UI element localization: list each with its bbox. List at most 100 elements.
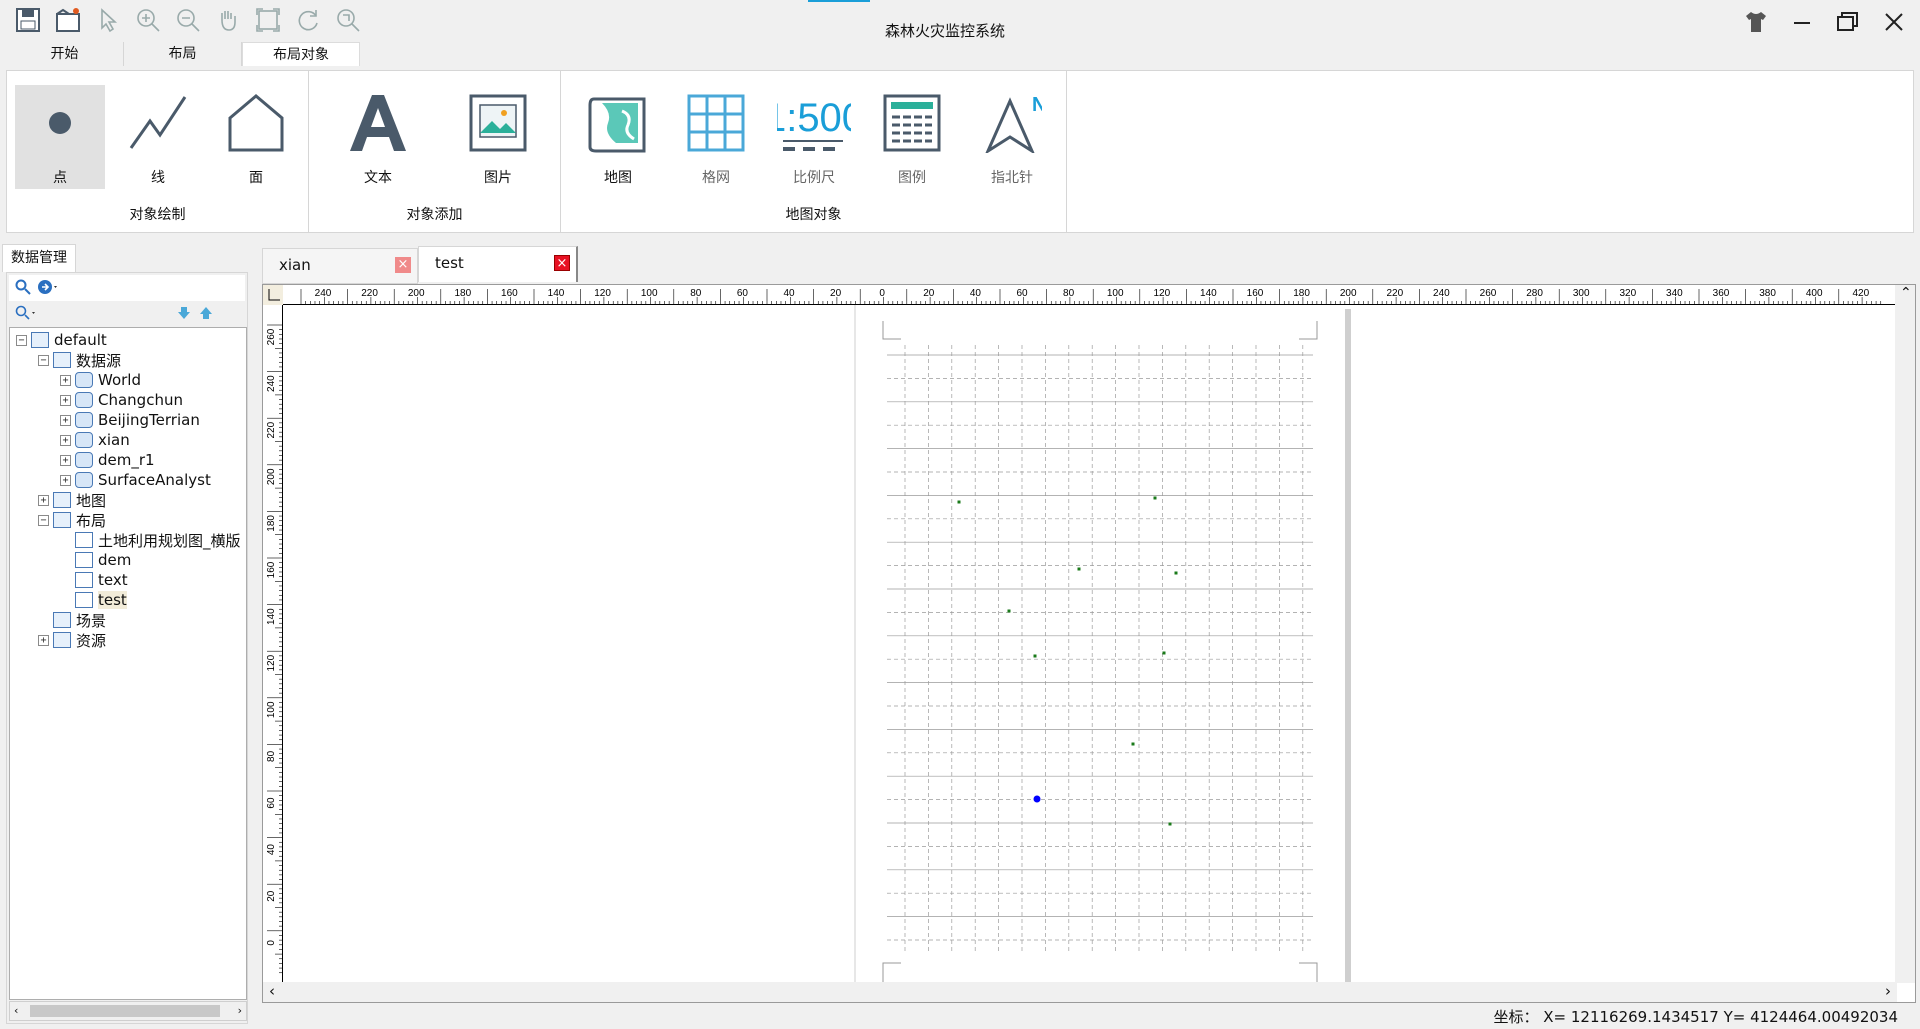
expand-toggle-icon[interactable]: + xyxy=(38,634,49,646)
datasources-icon xyxy=(53,352,71,368)
ruler-label: 100 xyxy=(266,701,277,718)
tree-item-label: dem xyxy=(98,551,132,569)
map-button[interactable]: 地图 xyxy=(573,85,663,189)
ruler-label: 20 xyxy=(830,288,842,299)
tab-layout-objects[interactable]: 布局对象 xyxy=(242,42,360,66)
expand-toggle-icon[interactable]: + xyxy=(38,494,49,506)
find-dropdown-icon[interactable] xyxy=(15,305,39,325)
ruler-label: 260 xyxy=(266,328,277,345)
expand-toggle-icon[interactable]: + xyxy=(60,454,71,466)
expand-toggle-icon[interactable]: + xyxy=(60,374,71,386)
tree-item[interactable]: + dem_r1 xyxy=(60,450,155,470)
map-point xyxy=(1033,654,1037,658)
scale-bar-glyph: 1:500 xyxy=(777,96,851,140)
tree-item[interactable]: − 布局 xyxy=(38,510,106,530)
doc-tab-test[interactable]: test × xyxy=(418,246,578,282)
tree-item-label: SurfaceAnalyst xyxy=(98,471,211,489)
tree-item-label: text xyxy=(98,571,128,589)
point-button[interactable]: 点 xyxy=(15,85,105,189)
picture-button[interactable]: 图片 xyxy=(453,85,543,189)
tree-item[interactable]: 土地利用规划图_横版 xyxy=(60,530,241,550)
expand-toggle-icon[interactable]: + xyxy=(60,414,71,426)
layout-page-area[interactable] xyxy=(283,305,1895,983)
tree-item[interactable]: + 地图 xyxy=(38,490,106,510)
tree-item-label: World xyxy=(98,371,141,389)
tab-layout[interactable]: 布局 xyxy=(124,42,242,66)
group-object-add: 文本 图片 对象添加 xyxy=(309,71,561,232)
ruler-label: 220 xyxy=(1386,288,1403,299)
layout-icon xyxy=(75,532,93,548)
resources-icon xyxy=(53,632,71,648)
layout-canvas[interactable]: 240 220 200 180 160 140 120 100 80 60 40 20 0 20 40 60 8… xyxy=(262,284,1916,1003)
workspace-icon xyxy=(31,332,49,348)
north-arrow-button[interactable]: N 指北针 xyxy=(967,85,1057,189)
scrollbar-thumb[interactable] xyxy=(30,1005,220,1017)
expand-toggle-icon[interactable]: + xyxy=(60,434,71,446)
expand-toggle-icon[interactable]: − xyxy=(38,354,49,366)
close-icon[interactable] xyxy=(1878,6,1910,38)
ruler-label: 420 xyxy=(1852,288,1869,299)
scroll-left-icon[interactable]: ‹ xyxy=(14,1004,18,1017)
scroll-left-icon[interactable]: ‹ xyxy=(269,982,275,1000)
scroll-up-icon[interactable]: ⌃ xyxy=(1900,285,1912,301)
ruler-label: 20 xyxy=(266,890,277,902)
expand-toggle-icon[interactable]: + xyxy=(60,394,71,406)
scroll-right-icon[interactable]: › xyxy=(1885,982,1891,1000)
udbx-datasource-icon xyxy=(75,432,93,448)
minimize-icon[interactable] xyxy=(1786,6,1818,38)
tree-item[interactable]: dem xyxy=(60,550,131,570)
tree-item[interactable]: − default xyxy=(16,330,107,350)
close-tab-icon[interactable]: × xyxy=(554,255,570,271)
text-button[interactable]: 文本 xyxy=(333,85,423,189)
close-tab-icon[interactable]: × xyxy=(395,257,411,273)
tree-item[interactable]: + Changchun xyxy=(60,390,183,410)
picture-icon xyxy=(468,93,528,153)
tree-item[interactable]: + xian xyxy=(60,430,130,450)
udb-datasource-icon xyxy=(75,392,93,408)
scroll-right-icon[interactable]: › xyxy=(238,1004,242,1017)
tab-data-management[interactable]: 数据管理 xyxy=(2,244,76,272)
ruler-label: 20 xyxy=(923,288,935,299)
tab-start[interactable]: 开始 xyxy=(6,42,124,66)
tree-item[interactable]: + 资源 xyxy=(38,630,106,650)
tree-item[interactable]: − 数据源 xyxy=(38,350,121,370)
navigate-dropdown-icon[interactable] xyxy=(37,279,61,299)
ruler-label: 280 xyxy=(1526,288,1543,299)
tree-item[interactable]: + SurfaceAnalyst xyxy=(60,470,211,490)
canvas-vertical-scrollbar[interactable]: ⌃ xyxy=(1895,285,1915,983)
ruler-label: 100 xyxy=(1107,288,1124,299)
expand-toggle-icon[interactable]: − xyxy=(38,514,49,526)
tree-item[interactable]: + BeijingTerrian xyxy=(60,410,200,430)
move-down-icon[interactable] xyxy=(177,306,191,324)
search-icon[interactable] xyxy=(15,279,31,299)
canvas-horizontal-scrollbar[interactable]: ‹ › xyxy=(263,982,1897,1002)
tree-item-label: test xyxy=(98,591,127,609)
tree-item-label: dem_r1 xyxy=(98,451,155,469)
tree-item[interactable]: + World xyxy=(60,370,141,390)
tree-item[interactable]: test xyxy=(60,590,127,610)
tree-item[interactable]: text xyxy=(60,570,128,590)
map-point xyxy=(1174,571,1178,575)
restore-icon[interactable] xyxy=(1832,6,1864,38)
line-button[interactable]: 线 xyxy=(113,85,203,189)
layout-icon xyxy=(75,572,93,588)
expand-toggle-icon[interactable]: − xyxy=(16,334,27,346)
tree-item-label: default xyxy=(54,331,107,349)
move-up-icon[interactable] xyxy=(199,306,213,324)
expand-toggle-icon[interactable]: + xyxy=(60,474,71,486)
group-title: 对象绘制 xyxy=(129,207,186,223)
ruler-label: 240 xyxy=(1433,288,1450,299)
grid-button[interactable]: 格网 xyxy=(671,85,761,189)
ribbon: 点 线 面 对象绘制 文本 图片 对象添加 地图 格网:50 比例尺 图例 N… xyxy=(6,70,1914,233)
legend-button[interactable]: 图例 xyxy=(867,85,957,189)
skin-icon[interactable] xyxy=(1740,6,1772,38)
scale-bar-button[interactable]: 1:500 比例尺 xyxy=(764,85,864,189)
ruler-label: 320 xyxy=(1619,288,1636,299)
panel-horizontal-scrollbar[interactable]: ‹ › xyxy=(9,1001,247,1021)
map-point xyxy=(1077,567,1081,571)
doc-tab-xian[interactable]: xian × xyxy=(262,248,418,284)
title-bar: 森林火灾监控系统 xyxy=(0,0,1920,45)
tree-item[interactable]: 场景 xyxy=(38,610,106,630)
polygon-button[interactable]: 面 xyxy=(211,85,301,189)
ruler-label: 120 xyxy=(1153,288,1170,299)
